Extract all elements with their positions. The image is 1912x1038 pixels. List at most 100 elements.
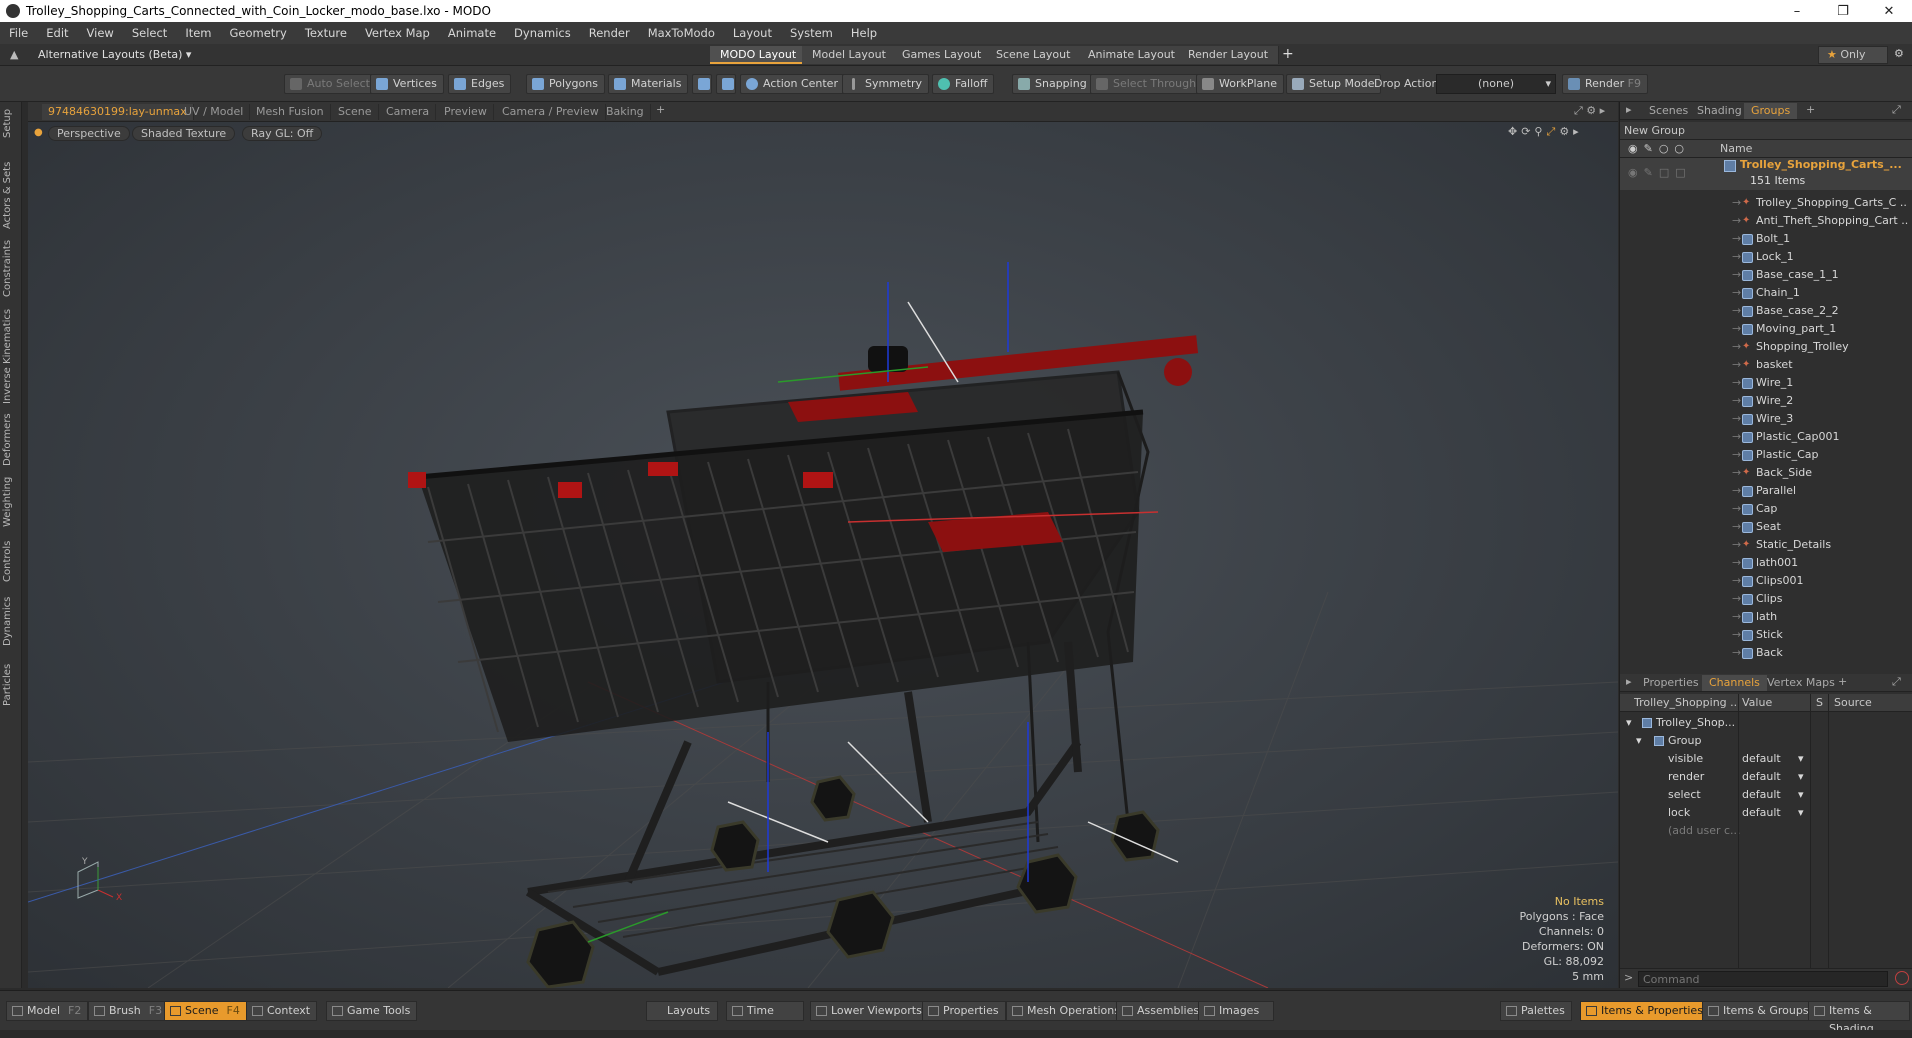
tab-preview[interactable]: Preview (438, 104, 494, 120)
list-item[interactable]: → Base_case_2_2 (1620, 302, 1912, 320)
palettes-button[interactable]: Palettes (1500, 1001, 1572, 1021)
channel-row[interactable]: select default ▾ (1620, 786, 1912, 804)
polygons-button[interactable]: Polygons (526, 74, 605, 94)
list-item[interactable]: → Clips (1620, 590, 1912, 608)
symmetry-button[interactable]: Symmetry (842, 74, 930, 94)
side-tab-particles[interactable]: Particles (2, 658, 20, 712)
side-tab-inverse-kinematics[interactable]: Inverse Kinematics (2, 306, 20, 406)
action-center-button[interactable]: Action Center (740, 74, 845, 94)
items-groups-button[interactable]: Items & Groups (1702, 1001, 1816, 1021)
list-item[interactable]: → Back (1620, 644, 1912, 662)
menu-view[interactable]: View (78, 26, 123, 40)
tab-channels[interactable]: Channels (1702, 675, 1767, 691)
shading-mode-dropdown[interactable]: Shaded Texture (132, 126, 236, 141)
group-row[interactable]: ◉✎□□ Trolley_Shopping_Carts_... 151 Item… (1620, 158, 1912, 190)
channels-group-row[interactable]: ▾ Group (1620, 732, 1912, 750)
context-button[interactable]: Context (246, 1001, 318, 1021)
side-tab-weighting[interactable]: Weighting (2, 474, 20, 530)
list-item[interactable]: → Moving_part_1 (1620, 320, 1912, 338)
snapping-button[interactable]: Snapping (1012, 74, 1094, 94)
add-layout-icon[interactable]: + (1282, 46, 1294, 62)
channel-value[interactable]: default (1742, 768, 1781, 786)
menu-animate[interactable]: Animate (439, 26, 505, 40)
side-tab-deformers[interactable]: Deformers (2, 412, 20, 468)
chevron-down-icon[interactable]: ▾ (1798, 750, 1804, 768)
channel-row[interactable]: visible default ▾ (1620, 750, 1912, 768)
list-item[interactable]: → Anti_Theft_Shopping_Cart ... (1620, 212, 1912, 230)
command-clear-icon[interactable] (1895, 971, 1909, 985)
list-item[interactable]: → Chain_1 (1620, 284, 1912, 302)
viewport-options-icon[interactable]: ⤢ ⚙ ▸ (1574, 104, 1605, 118)
workplane-button[interactable]: WorkPlane (1196, 74, 1285, 94)
list-item[interactable]: → Wire_3 (1620, 410, 1912, 428)
tab-modo-layout[interactable]: MODO Layout (710, 46, 808, 64)
menu-maxtomodo[interactable]: MaxToModo (639, 26, 724, 40)
tab-games-layout[interactable]: Games Layout (892, 46, 993, 64)
side-tab-setup[interactable]: Setup (2, 106, 20, 140)
items-properties-button[interactable]: Items & Properties (1580, 1001, 1710, 1021)
side-tab-dynamics[interactable]: Dynamics (2, 592, 20, 650)
menu-file[interactable]: File (0, 26, 37, 40)
list-item[interactable]: → Static_Details (1620, 536, 1912, 554)
tab-mesh-fusion[interactable]: Mesh Fusion (250, 104, 331, 120)
channel-value[interactable]: default (1742, 804, 1781, 822)
items-shading-button[interactable]: Items & Shading (1808, 1001, 1910, 1035)
panel-menu-icon[interactable]: ▸ (1626, 103, 1632, 116)
tab-groups[interactable]: Groups (1744, 103, 1798, 119)
list-item[interactable]: → Seat (1620, 518, 1912, 536)
list-item[interactable]: → Wire_2 (1620, 392, 1912, 410)
time-button[interactable]: Time (726, 1001, 804, 1021)
add-user-channel-row[interactable]: (add user c... (1620, 822, 1912, 840)
layout-up-arrow-icon[interactable]: ▲ (10, 48, 18, 61)
vertices-button[interactable]: Vertices (370, 74, 444, 94)
new-group-button[interactable]: New Group (1624, 124, 1685, 137)
list-item[interactable]: → Base_case_1_1 (1620, 266, 1912, 284)
menu-system[interactable]: System (781, 26, 842, 40)
drop-action-select[interactable]: (none) ▾ (1436, 74, 1556, 94)
game-tools-button[interactable]: Game Tools (326, 1001, 418, 1021)
list-item[interactable]: → Clips001 (1620, 572, 1912, 590)
auto-select-button[interactable]: Auto Select (284, 74, 377, 94)
menu-layout[interactable]: Layout (724, 26, 781, 40)
images-button[interactable]: Images (1198, 1001, 1274, 1021)
tab-scene[interactable]: Scene (332, 104, 379, 120)
3d-viewport[interactable]: Y X ● Perspective Shaded Texture Ray GL:… (28, 122, 1618, 988)
tab-shading[interactable]: Shading (1690, 103, 1749, 119)
restore-button[interactable]: ❐ (1820, 0, 1866, 22)
channel-value[interactable]: default (1742, 750, 1781, 768)
properties-button[interactable]: Properties (922, 1001, 1006, 1021)
tab-camera-preview[interactable]: Camera / Preview (496, 104, 606, 120)
list-item[interactable]: → Stick (1620, 626, 1912, 644)
tab-lay-unmax[interactable]: 97484630199:lay-unmax (42, 104, 194, 120)
gear-icon[interactable]: ⚙ (1894, 47, 1904, 60)
side-tab-actors-sets[interactable]: Actors & Sets (2, 158, 20, 232)
menu-edit[interactable]: Edit (37, 26, 77, 40)
only-toggle[interactable]: ★ Only (1818, 46, 1888, 64)
menu-select[interactable]: Select (123, 26, 176, 40)
list-item[interactable]: → Wire_1 (1620, 374, 1912, 392)
list-item[interactable]: → lath (1620, 608, 1912, 626)
assemblies-button[interactable]: Assemblies (1116, 1001, 1207, 1021)
menu-geometry[interactable]: Geometry (221, 26, 296, 40)
materials-button[interactable]: Materials (608, 74, 689, 94)
group-toggle-icons[interactable]: ◉✎□□ (1628, 166, 1692, 179)
select-tool-button[interactable] (692, 74, 712, 94)
add-viewport-tab-icon[interactable]: + (656, 103, 665, 116)
edges-button[interactable]: Edges (448, 74, 512, 94)
mesh-operations-button[interactable]: Mesh Operations (1006, 1001, 1127, 1021)
chevron-down-icon[interactable]: ▾ (1798, 804, 1804, 822)
command-expand-icon[interactable]: > (1624, 971, 1633, 984)
model-mode-button[interactable]: Model F2 (6, 1001, 89, 1021)
side-tab-constraints[interactable]: Constraints (2, 238, 20, 298)
list-item[interactable]: → Trolley_Shopping_Carts_C ... (1620, 194, 1912, 212)
tab-vertex-maps[interactable]: Vertex Maps (1760, 675, 1842, 691)
tab-scenes[interactable]: Scenes (1642, 103, 1695, 119)
menu-item[interactable]: Item (176, 26, 220, 40)
command-input[interactable] (1638, 971, 1888, 987)
tab-model-layout[interactable]: Model Layout (802, 46, 897, 64)
viewport-menu-icon[interactable]: ● (34, 127, 43, 138)
scene-mode-button[interactable]: Scene F4 (164, 1001, 247, 1021)
panel-expand-icon[interactable]: ⤢ (1892, 103, 1901, 117)
list-item[interactable]: → basket (1620, 356, 1912, 374)
side-tab-controls[interactable]: Controls (2, 536, 20, 586)
